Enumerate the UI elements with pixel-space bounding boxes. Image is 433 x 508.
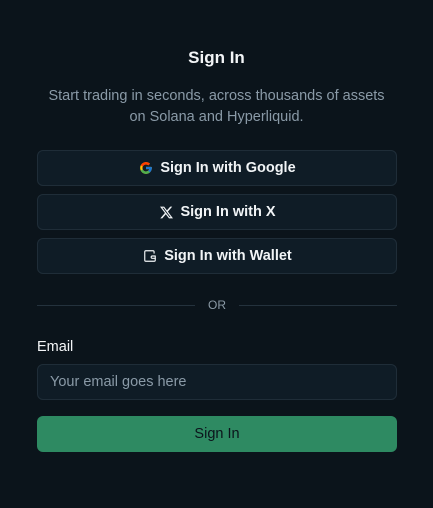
sign-in-google-button[interactable]: Sign In with Google xyxy=(37,150,397,186)
or-divider: OR xyxy=(37,296,397,314)
page-title: Sign In xyxy=(188,48,245,67)
divider-line-right xyxy=(239,305,397,306)
sign-in-wallet-button[interactable]: Sign In with Wallet xyxy=(37,238,397,274)
sign-in-google-label: Sign In with Google xyxy=(160,160,296,176)
email-label: Email xyxy=(37,339,74,355)
sign-in-submit-button[interactable]: Sign In xyxy=(37,416,397,452)
sign-in-x-label: Sign In with X xyxy=(180,204,276,220)
page-subtitle: Start trading in seconds, across thousan… xyxy=(48,88,385,125)
sign-in-panel: Sign In Start trading in seconds, across… xyxy=(0,0,433,508)
google-icon xyxy=(138,160,154,176)
wallet-icon xyxy=(142,248,158,264)
x-logo-icon xyxy=(158,204,174,220)
sign-in-x-button[interactable]: Sign In with X xyxy=(37,194,397,230)
email-field[interactable] xyxy=(37,364,397,400)
sign-in-wallet-label: Sign In with Wallet xyxy=(164,248,292,264)
